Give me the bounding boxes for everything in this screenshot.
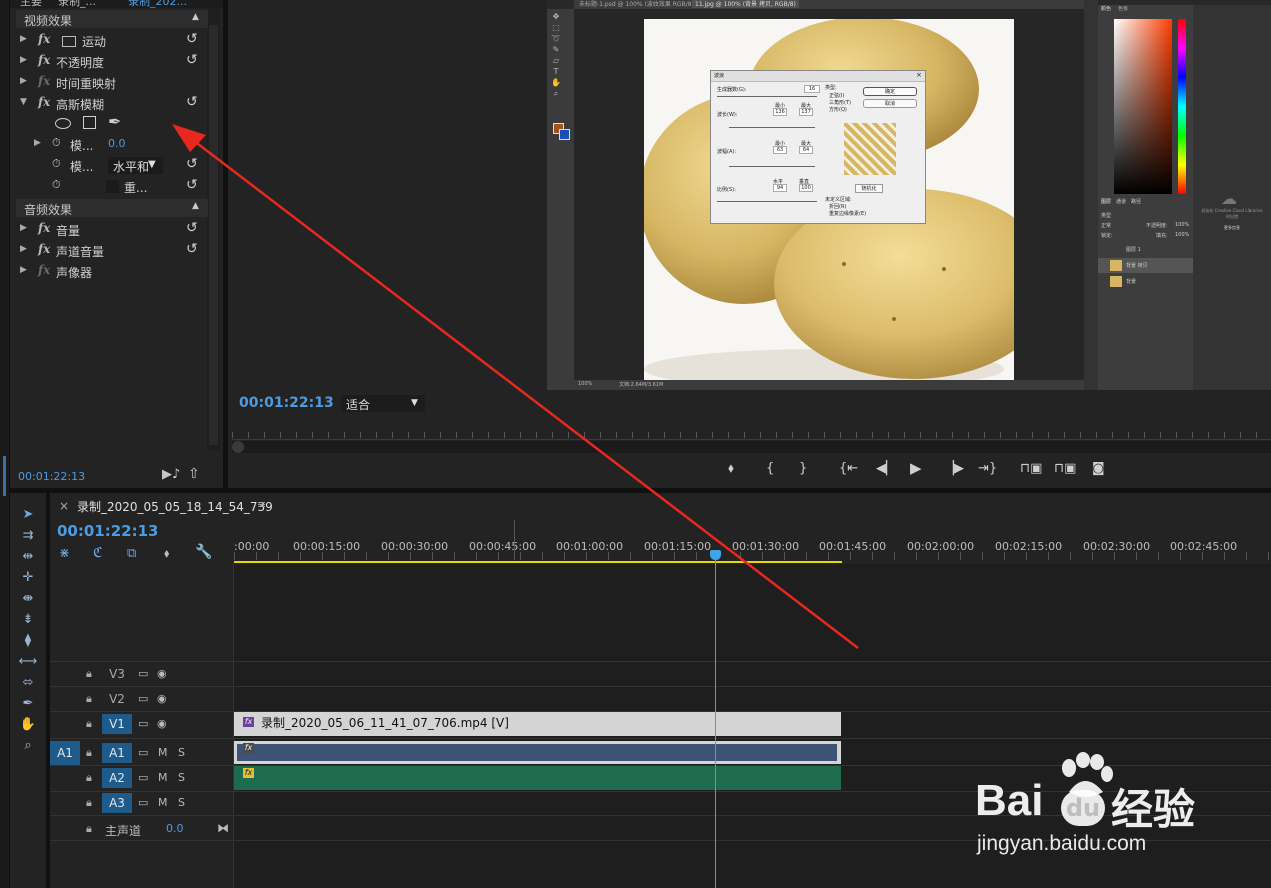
baidu-brand-left: Bai bbox=[975, 776, 1044, 825]
baidu-watermark: Bai du 经验 jingyan.baidu.com bbox=[975, 752, 1265, 862]
baidu-brand-right: 经验 bbox=[1111, 785, 1196, 834]
annotation-arrow-shaft bbox=[184, 133, 859, 649]
baidu-url: jingyan.baidu.com bbox=[977, 832, 1147, 855]
annotation-arrowhead bbox=[172, 124, 206, 152]
baidu-du-icon: du bbox=[1061, 790, 1105, 826]
